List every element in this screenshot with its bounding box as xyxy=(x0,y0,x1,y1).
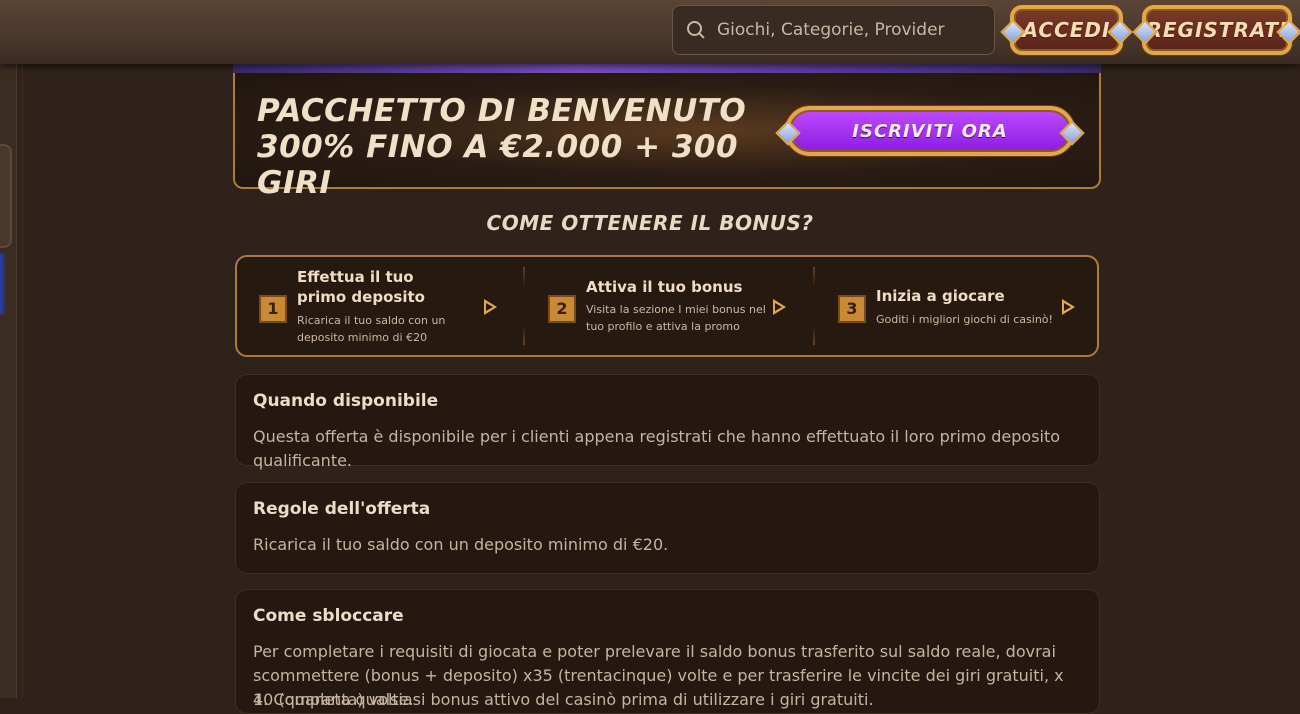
step-title: Effettua il tuo primo deposito xyxy=(297,268,425,306)
join-now-label: ISCRIVITI ORA xyxy=(852,120,1008,142)
side-menu-rail xyxy=(0,64,17,698)
play-arrow-icon xyxy=(484,299,497,315)
offer-rules-card: Regole dell'offerta Ricarica il tuo sald… xyxy=(235,482,1100,574)
gem-icon xyxy=(1107,19,1133,45)
step-title: Inizia a giocare xyxy=(876,287,1005,305)
step-divider xyxy=(523,267,525,345)
side-menu-highlight xyxy=(0,254,3,314)
availability-card: Quando disponibile Questa offerta è disp… xyxy=(235,374,1100,470)
login-label: ACCEDI xyxy=(1022,18,1111,42)
card-title: Regole dell'offerta xyxy=(253,499,431,519)
step-description: Ricarica il tuo saldo con un deposito mi… xyxy=(297,314,446,344)
card-title: Quando disponibile xyxy=(253,391,439,411)
search-icon xyxy=(686,20,706,40)
login-button[interactable]: ACCEDI xyxy=(1000,5,1133,55)
step-number-badge: 2 xyxy=(548,295,576,323)
step-number-badge: 3 xyxy=(838,295,866,323)
register-button[interactable]: REGISTRATI xyxy=(1132,5,1300,55)
card-list-item: 1. Completa qualsiasi bonus attivo del c… xyxy=(253,690,874,709)
hero-banner: PACCHETTO DI BENVENUTO 300% FINO A €2.00… xyxy=(233,73,1101,201)
step-2: 2 Attiva il tuo bonus Visita la sezione … xyxy=(527,257,815,355)
step-number-badge: 1 xyxy=(259,295,287,323)
gem-icon xyxy=(775,120,801,146)
howto-title: COME OTTENERE IL BONUS? xyxy=(486,211,814,235)
top-header: ACCEDI REGISTRATI xyxy=(0,0,1300,64)
steps-panel: 1 Effettua il tuo primo deposito Ricaric… xyxy=(235,255,1099,357)
gem-icon xyxy=(1059,120,1085,146)
divider xyxy=(22,64,23,698)
card-title: Come sbloccare xyxy=(253,606,404,626)
step-description: Goditi i migliori giochi di casinò! xyxy=(876,313,1053,326)
step-1: 1 Effettua il tuo primo deposito Ricaric… xyxy=(237,257,525,355)
hero-title: PACCHETTO DI BENVENUTO 300% FINO A €2.00… xyxy=(257,93,747,201)
join-now-button[interactable]: ISCRIVITI ORA xyxy=(775,106,1085,156)
search-bar[interactable] xyxy=(672,5,995,55)
register-label: REGISTRATI xyxy=(1146,18,1288,42)
step-description: Visita la sezione I miei bonus nel tuo p… xyxy=(586,303,766,333)
unlock-card: Come sbloccare Per completare i requisit… xyxy=(235,589,1100,714)
search-input[interactable] xyxy=(715,19,994,41)
play-arrow-icon xyxy=(773,299,786,315)
card-text: Questa offerta è disponibile per i clien… xyxy=(253,427,1061,470)
step-3: 3 Inizia a giocare Goditi i migliori gio… xyxy=(817,257,1099,355)
play-arrow-icon xyxy=(1062,299,1075,315)
step-divider xyxy=(813,267,815,345)
card-text: Ricarica il tuo saldo con un deposito mi… xyxy=(253,535,669,554)
step-title: Attiva il tuo bonus xyxy=(586,278,743,296)
